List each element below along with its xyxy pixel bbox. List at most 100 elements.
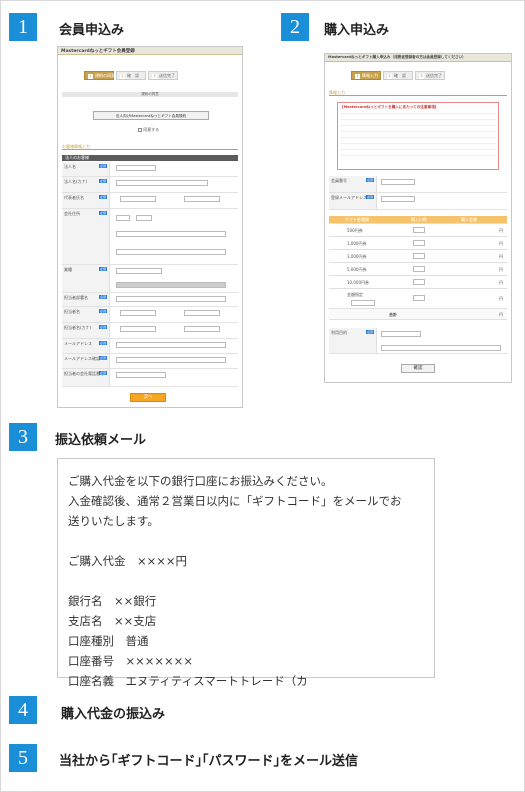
agree-checkbox[interactable]: 同意する xyxy=(138,127,159,133)
field-row-phone: 担当者の会社電話番号 必須 xyxy=(62,369,238,387)
col-type: ギフト券種類 xyxy=(345,217,369,222)
page: 1 会員申込み 2 購入申込み Mastercardねっとギフト会員登録 1 規約… xyxy=(0,0,525,792)
step-3-title: 振込依頼メール xyxy=(55,433,147,448)
section-divider xyxy=(329,95,507,96)
purpose-other-input[interactable] xyxy=(381,345,501,351)
industry-select[interactable] xyxy=(116,268,162,274)
field-row-address: 会社住所 必須 xyxy=(62,209,238,265)
email-confirm-input[interactable] xyxy=(116,357,226,363)
required-tag: 必須 xyxy=(98,267,107,271)
address-input[interactable] xyxy=(116,231,226,237)
required-tag: 必須 xyxy=(365,195,374,199)
field-label: 担当者名 xyxy=(64,309,80,314)
col-qty: 購入口数 xyxy=(411,217,427,222)
corporate-section: 法人のお客様 xyxy=(62,155,238,161)
registration-progress: 1 規約の同意 2確 認 3 送信完了 xyxy=(84,71,178,80)
table-row: 金額指定円 xyxy=(329,289,507,309)
field-label: メールアドレス確認 xyxy=(64,356,100,361)
purchase-notice: 【Mastercardねっとギフトを購入にあたっての注意事項】 xyxy=(337,102,499,170)
company-kana-input[interactable] xyxy=(116,180,208,186)
qty-input[interactable] xyxy=(413,253,425,259)
rep-firstname-input[interactable] xyxy=(184,196,220,202)
email-line: 銀行名 ××銀行 xyxy=(68,594,157,608)
company-input[interactable] xyxy=(116,165,156,171)
step-5-badge: 5 xyxy=(9,744,37,772)
registration-header: Mastercardねっとギフト会員登録 xyxy=(58,47,242,55)
table-header: ギフト券種類 購入口数 購入金額 xyxy=(329,216,507,224)
table-total-row: 合計円 xyxy=(329,309,507,320)
field-row-contact-kana: 担当者名(カナ) 必須 xyxy=(62,323,238,339)
field-row-representative: 代表者氏名 必須 xyxy=(62,193,238,209)
field-label: 法人名(カナ) xyxy=(64,179,88,184)
field-row-contact-name: 担当者名 必須 xyxy=(62,307,238,323)
gift-amount-table: ギフト券種類 購入口数 購入金額 500円券円 1,000円券円 3,000円券… xyxy=(329,216,507,320)
field-label: 登録メールアドレス xyxy=(331,195,367,200)
agreement-title: 規約の同意 xyxy=(62,92,238,97)
table-row: 5,000円券円 xyxy=(329,263,507,276)
rep-lastname-input[interactable] xyxy=(120,196,156,202)
notice-title: 【Mastercardねっとギフトを購入にあたっての注意事項】 xyxy=(340,105,439,109)
field-row-company-kana: 法人名(カナ) 必須 xyxy=(62,177,238,193)
step-4-badge: 4 xyxy=(9,696,37,724)
next-button[interactable]: 次へ xyxy=(130,393,166,402)
required-tag: 必須 xyxy=(98,309,107,313)
building-input[interactable] xyxy=(116,249,226,255)
postal-input-1[interactable] xyxy=(116,215,130,221)
email-line: 口座種別 普通 xyxy=(68,634,149,648)
member-registration-screenshot: Mastercardねっとギフト会員登録 1 規約の同意 2確 認 3 送信完了 規… xyxy=(57,46,243,408)
field-label: 担当者部署名 xyxy=(64,295,88,300)
custom-amount-input[interactable] xyxy=(351,300,375,306)
qty-input[interactable] xyxy=(413,279,425,285)
postal-input-2[interactable] xyxy=(136,215,152,221)
qty-input[interactable] xyxy=(413,227,425,233)
progress-step-input: 1 情報入力 xyxy=(351,71,381,80)
contact-kana-first-input[interactable] xyxy=(184,326,220,332)
field-row-department: 担当者部署名 必須 xyxy=(62,293,238,307)
registered-email-row: 登録メールアドレス 必須 xyxy=(329,193,507,210)
required-tag: 必須 xyxy=(98,371,107,375)
required-tag: 必須 xyxy=(98,325,107,329)
col-amount: 購入金額 xyxy=(461,217,477,222)
purchase-application-screenshot: Mastercardねっとギフト購入申込み（法務省登録者の方は会員登録してくださ… xyxy=(324,53,512,383)
field-label: 利用目的 xyxy=(331,330,347,335)
field-label: 代表者氏名 xyxy=(64,195,84,200)
required-tag: 必須 xyxy=(98,195,107,199)
required-tag: 必須 xyxy=(98,341,107,345)
phone-input[interactable] xyxy=(116,372,166,378)
transfer-request-email: ご購入代金を以下の銀行口座にお振込みください。 入金確認後、通常２営業日以内に「… xyxy=(57,458,435,688)
field-label: 会員番号 xyxy=(331,178,347,183)
qty-input[interactable] xyxy=(413,295,425,301)
member-number-input[interactable] xyxy=(381,179,415,185)
email-line: ご購入代金 ××××円 xyxy=(68,554,188,568)
progress-step-confirm: 2確 認 xyxy=(116,71,146,80)
step-5-title: 当社から｢ギフトコード｣｢パスワード｣をメール送信 xyxy=(59,754,359,769)
progress-step-confirm: 2確 認 xyxy=(383,71,413,80)
field-row-email: メールアドレス 必須 xyxy=(62,339,238,354)
confirm-button[interactable]: 確認 xyxy=(401,364,435,373)
qty-input[interactable] xyxy=(413,240,425,246)
email-input[interactable] xyxy=(116,342,226,348)
field-label: 法人名 xyxy=(64,164,76,169)
email-line xyxy=(68,531,434,551)
terms-button[interactable]: 法人向けMastercardねっとギフト会員規約 xyxy=(93,111,209,120)
industry-other-input[interactable] xyxy=(116,282,226,288)
field-label: メールアドレス xyxy=(64,341,92,346)
member-number-row: 会員番号 必須 xyxy=(329,176,507,193)
purpose-select[interactable] xyxy=(381,331,421,337)
table-row: 3,000円券円 xyxy=(329,250,507,263)
required-tag: 必須 xyxy=(365,330,374,334)
required-tag: 必須 xyxy=(98,356,107,360)
contact-firstname-input[interactable] xyxy=(184,310,220,316)
email-line: 口座名義 エヌティティスマートトレード（カ xyxy=(68,674,308,688)
contact-kana-last-input[interactable] xyxy=(120,326,156,332)
step-3-badge: 3 xyxy=(9,423,37,451)
qty-input[interactable] xyxy=(413,266,425,272)
required-tag: 必須 xyxy=(98,295,107,299)
department-input[interactable] xyxy=(116,296,226,302)
field-label: 会社住所 xyxy=(64,211,80,216)
email-line: 口座番号 ××××××× xyxy=(68,654,193,668)
contact-lastname-input[interactable] xyxy=(120,310,156,316)
registered-email-input[interactable] xyxy=(381,196,415,202)
purpose-row: 利用目的 必須 xyxy=(329,328,507,354)
email-line: 入金確認後、通常２営業日以内に「ギフトコード」をメールでお xyxy=(68,494,402,508)
